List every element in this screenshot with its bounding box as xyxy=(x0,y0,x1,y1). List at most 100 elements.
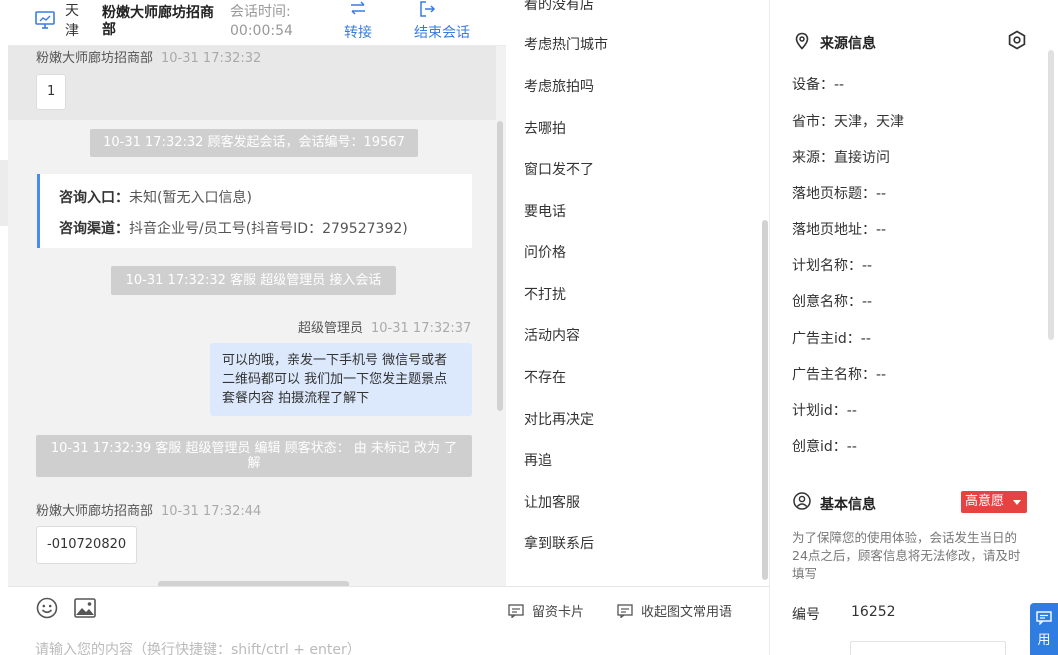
info-row-plan-name: 计划名称：-- xyxy=(792,255,872,275)
message-time: 10-31 17:32:44 xyxy=(161,504,262,519)
user-icon xyxy=(793,492,811,510)
floating-chat-label: 用 xyxy=(1037,633,1051,648)
info-value: -- xyxy=(862,258,873,274)
info-label: 设备： xyxy=(792,77,834,93)
info-row-advertiser-name: 广告主名称：-- xyxy=(792,364,886,384)
location-pin-icon xyxy=(795,32,809,50)
chat-scrollbar[interactable] xyxy=(497,121,503,411)
info-value: 直接访问 xyxy=(834,150,890,166)
session-timer-label: 会话时间: xyxy=(230,4,291,20)
message-list[interactable]: 粉嫩大师廊坊招商部 10-31 17:32:32 1 10-31 17:32:32… xyxy=(8,46,506,586)
emoji-icon[interactable] xyxy=(36,597,58,619)
info-field-input[interactable] xyxy=(850,641,1006,655)
consult-channel-value: 抖音企业号/员工号(抖音号ID：279527392) xyxy=(129,221,408,237)
message-sender-line: 粉嫩大师廊坊招商部 10-31 17:32:32 xyxy=(36,47,261,66)
customer-number-value: 16252 xyxy=(851,604,896,620)
quick-phrase-panel: 看的没有店 考虑热门城市 考虑旅拍吗 去哪拍 窗口发不了 要电话 问价格 不打扰… xyxy=(506,0,770,586)
chat-panel: 天津 粉嫩大师廊坊招商部 会话时间: 00:00:54 转接 结束会话 粉嫩大师… xyxy=(8,0,506,655)
consult-entry-card: 咨询入口：未知(暂无入口信息) 咨询渠道：抖音企业号/员工号(抖音号ID：279… xyxy=(37,174,472,248)
phrase-item[interactable]: 问价格 xyxy=(524,242,566,262)
message-sender: 粉嫩大师廊坊招商部 xyxy=(36,504,154,519)
info-label: 落地页地址： xyxy=(792,222,876,238)
floating-chat-button[interactable]: 用 xyxy=(1030,603,1058,655)
phrase-item[interactable]: 考虑旅拍吗 xyxy=(524,76,594,96)
info-label: 广告主名称： xyxy=(792,367,876,383)
exit-icon xyxy=(409,0,475,20)
settings-icon[interactable] xyxy=(1007,30,1027,50)
system-notice: 10-31 17:32:32 客服 超级管理员 接入会话 xyxy=(111,266,396,295)
transfer-label: 转接 xyxy=(344,25,372,41)
chat-input-area: 请输入您的内容（换行快捷键：shift/ctrl + enter） xyxy=(8,586,506,655)
intent-level-dropdown[interactable]: 高意愿 xyxy=(961,491,1027,513)
info-value: 天津，天津 xyxy=(834,114,904,130)
info-label: 创意名称： xyxy=(792,294,862,310)
lead-card-button[interactable]: 留资卡片 xyxy=(508,601,584,620)
system-notice: 10-31 17:32:39 客服 超级管理员 编辑 顾客状态： 由 未标记 改… xyxy=(36,435,472,477)
intent-level-value: 高意愿 xyxy=(965,494,1005,509)
visitor-city: 天津 xyxy=(65,3,79,39)
info-row-landing-url: 落地页地址：-- xyxy=(792,219,886,239)
visitor-info-panel: 来源信息 设备：-- 省市：天津，天津 来源：直接访问 落地页标题：-- 落地页… xyxy=(770,0,1058,655)
message-sender: 粉嫩大师廊坊招商部 xyxy=(36,51,154,66)
transfer-button[interactable]: 转接 xyxy=(341,0,375,44)
phrase-item[interactable]: 让加客服 xyxy=(524,492,580,512)
transfer-icon xyxy=(341,0,375,20)
info-value: -- xyxy=(846,403,857,419)
image-icon[interactable] xyxy=(74,598,96,618)
edit-deadline-notice: 为了保障您的使用体验，会话发生当日的24点之后，顾客信息将无法修改，请及时填写 xyxy=(792,530,1021,581)
phrase-item[interactable]: 不打扰 xyxy=(524,284,566,304)
phrase-item[interactable]: 拿到联系后 xyxy=(524,533,594,553)
phrase-item[interactable]: 不存在 xyxy=(524,367,566,387)
info-value: -- xyxy=(846,439,857,455)
chat-bubble-icon xyxy=(1036,611,1052,625)
lead-card-label: 留资卡片 xyxy=(532,605,585,620)
info-row-creative-id: 创意id：-- xyxy=(792,436,857,456)
message-sender-line: 粉嫩大师廊坊招商部 10-31 17:32:44 xyxy=(36,500,261,519)
phrase-item[interactable]: 再追 xyxy=(524,450,552,470)
message-sender: 超级管理员 xyxy=(298,321,364,336)
info-value: -- xyxy=(876,222,887,238)
info-row-source: 来源：直接访问 xyxy=(792,147,890,167)
info-label: 计划id： xyxy=(792,403,847,419)
info-value: -- xyxy=(834,77,845,93)
message-input[interactable]: 请输入您的内容（换行快捷键：shift/ctrl + enter） xyxy=(35,639,361,655)
info-row-creative-name: 创意名称：-- xyxy=(792,291,872,311)
info-row-province: 省市：天津，天津 xyxy=(792,111,904,131)
phrase-scrollbar[interactable] xyxy=(762,220,768,580)
phrase-item[interactable]: 对比再决定 xyxy=(524,409,594,429)
phrase-item[interactable]: 窗口发不了 xyxy=(524,159,594,179)
source-info-title: 来源信息 xyxy=(820,36,876,52)
info-label: 省市： xyxy=(792,114,834,130)
consult-entry-row: 咨询入口：未知(暂无入口信息) xyxy=(59,187,252,207)
phrase-item[interactable]: 要电话 xyxy=(524,201,566,221)
session-timer-value: 00:00:54 xyxy=(230,23,293,39)
info-label: 创意id： xyxy=(792,439,847,455)
phrase-footer: 留资卡片 收起图文常用语 xyxy=(506,586,770,655)
visitor-shop-name: 粉嫩大师廊坊招商部 xyxy=(102,5,214,38)
collapse-phrases-button[interactable]: 收起图文常用语 xyxy=(617,601,732,620)
message-time: 10-31 17:32:32 xyxy=(161,51,262,66)
basic-info-title: 基本信息 xyxy=(820,497,876,513)
consult-entry-value: 未知(暂无入口信息) xyxy=(129,190,252,206)
consult-channel-row: 咨询渠道：抖音企业号/员工号(抖音号ID：279527392) xyxy=(59,218,408,238)
card-icon xyxy=(508,604,524,618)
consult-entry-label: 咨询入口： xyxy=(59,190,129,206)
info-row-plan-id: 计划id：-- xyxy=(792,400,857,420)
collapse-phrases-label: 收起图文常用语 xyxy=(641,605,733,620)
message-sender-line: 超级管理员 10-31 17:32:37 xyxy=(298,317,471,336)
customer-service-workbench: 天津 粉嫩大师廊坊招商部 会话时间: 00:00:54 转接 结束会话 粉嫩大师… xyxy=(0,0,1058,655)
phrase-item[interactable]: 考虑热门城市 xyxy=(524,34,608,54)
info-row-landing-title: 落地页标题：-- xyxy=(792,183,886,203)
chat-header: 天津 粉嫩大师廊坊招商部 会话时间: 00:00:54 转接 结束会话 xyxy=(8,0,506,46)
phrase-item[interactable]: 活动内容 xyxy=(524,325,580,345)
caret-down-icon xyxy=(1013,500,1021,505)
info-value: -- xyxy=(876,186,887,202)
info-label: 来源： xyxy=(792,150,834,166)
message-time: 10-31 17:32:37 xyxy=(371,321,472,336)
info-scrollbar[interactable] xyxy=(1048,50,1054,340)
info-row-advertiser-id: 广告主id：-- xyxy=(792,328,871,348)
phrase-item[interactable]: 去哪拍 xyxy=(524,118,566,138)
phrase-item[interactable]: 看的没有店 xyxy=(524,0,594,14)
end-session-button[interactable]: 结束会话 xyxy=(409,0,475,44)
info-value: -- xyxy=(862,294,873,310)
